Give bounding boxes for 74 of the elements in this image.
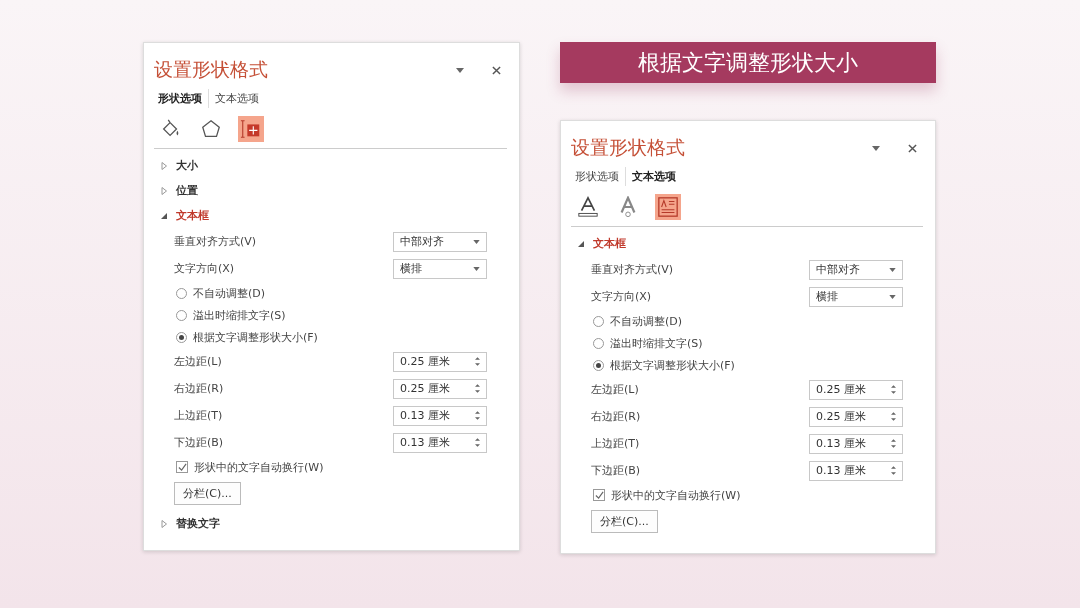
expanded-triangle-icon[interactable] bbox=[160, 211, 168, 220]
field-label: 左边距(L) bbox=[591, 382, 639, 397]
caret-icon bbox=[473, 266, 480, 271]
columns-button[interactable]: 分栏(C)... bbox=[174, 482, 241, 505]
field-label: 上边距(T) bbox=[591, 436, 640, 451]
underlined-a-icon bbox=[577, 196, 599, 218]
caret-icon bbox=[473, 239, 480, 244]
spinner-arrows-icon bbox=[891, 465, 896, 476]
pane-title: 设置形状格式 bbox=[571, 135, 685, 160]
field-label: 右边距(R) bbox=[174, 381, 224, 396]
caret-icon bbox=[889, 294, 896, 299]
checkbox-label: 形状中的文字自动换行(W) bbox=[611, 487, 741, 503]
dropdown[interactable]: 中部对齐 bbox=[393, 231, 487, 252]
spinner-arrows-icon bbox=[891, 384, 896, 395]
spinner-arrows-icon bbox=[475, 383, 480, 394]
spinner-arrows-icon bbox=[475, 437, 480, 448]
spin-field[interactable]: 0.25 厘米 bbox=[809, 406, 903, 427]
dropdown[interactable]: 中部对齐 bbox=[809, 259, 903, 280]
collapsed-triangle-icon[interactable] bbox=[160, 161, 168, 170]
spinner-arrows-icon bbox=[891, 411, 896, 422]
field-label: 垂直对齐方式(V) bbox=[591, 262, 674, 277]
spin-field[interactable]: 0.13 厘米 bbox=[809, 433, 903, 454]
spinner-arrows-icon bbox=[475, 356, 480, 367]
dropdown-caret-icon[interactable] bbox=[872, 145, 880, 151]
pane-tab[interactable]: 形状选项 bbox=[571, 167, 626, 186]
pane-tab[interactable]: 文本选项 bbox=[209, 89, 265, 108]
checkbox-label: 形状中的文字自动换行(W) bbox=[194, 459, 324, 475]
radio-label: 不自动调整(D) bbox=[610, 313, 683, 329]
close-icon[interactable] bbox=[908, 143, 917, 153]
pane-tab[interactable]: 文本选项 bbox=[626, 167, 682, 186]
section-header[interactable]: 文本框 bbox=[593, 236, 626, 251]
spin-field[interactable]: 0.13 厘米 bbox=[393, 405, 487, 426]
field-label: 右边距(R) bbox=[591, 409, 641, 424]
field-label: 上边距(T) bbox=[174, 408, 223, 423]
field-label: 下边距(B) bbox=[591, 463, 641, 478]
radio-label: 根据文字调整形状大小(F) bbox=[193, 329, 318, 345]
spinner-arrows-icon bbox=[891, 438, 896, 449]
caret-icon bbox=[889, 267, 896, 272]
collapsed-triangle-icon[interactable] bbox=[160, 186, 168, 195]
spinner-arrows-icon bbox=[475, 410, 480, 421]
spin-field[interactable]: 0.25 厘米 bbox=[809, 379, 903, 400]
field-label: 垂直对齐方式(V) bbox=[174, 234, 257, 249]
pane-tab[interactable]: 形状选项 bbox=[154, 89, 209, 108]
radio-label: 溢出时缩排文字(S) bbox=[193, 307, 286, 323]
columns-button[interactable]: 分栏(C)... bbox=[591, 510, 658, 533]
section-header[interactable]: 大小 bbox=[176, 158, 198, 173]
category-button[interactable] bbox=[575, 194, 601, 220]
spin-field[interactable]: 0.25 厘米 bbox=[393, 351, 487, 372]
size-layout-icon bbox=[240, 118, 262, 140]
dropdown-caret-icon[interactable] bbox=[456, 67, 464, 73]
section-header[interactable]: 文本框 bbox=[176, 208, 209, 223]
radio-label: 根据文字调整形状大小(F) bbox=[610, 357, 735, 373]
radio-label: 不自动调整(D) bbox=[193, 285, 266, 301]
dropdown[interactable]: 横排 bbox=[809, 286, 903, 307]
pentagon-icon bbox=[200, 118, 222, 140]
field-label: 文字方向(X) bbox=[174, 261, 235, 276]
checkbox[interactable] bbox=[176, 461, 188, 473]
collapsed-triangle-icon[interactable] bbox=[160, 519, 168, 528]
spin-field[interactable]: 0.13 厘米 bbox=[809, 460, 903, 481]
radio-label: 溢出时缩排文字(S) bbox=[610, 335, 703, 351]
field-label: 左边距(L) bbox=[174, 354, 222, 369]
textbox-icon bbox=[657, 196, 679, 218]
title-banner: 根据文字调整形状大小 bbox=[560, 42, 936, 83]
dropdown[interactable]: 横排 bbox=[393, 258, 487, 279]
field-label: 下边距(B) bbox=[174, 435, 224, 450]
checkbox[interactable] bbox=[593, 489, 605, 501]
section-header[interactable]: 替换文字 bbox=[176, 516, 220, 531]
close-icon[interactable] bbox=[492, 65, 501, 75]
spin-field[interactable]: 0.25 厘米 bbox=[393, 378, 487, 399]
field-label: 文字方向(X) bbox=[591, 289, 652, 304]
section-header[interactable]: 位置 bbox=[176, 183, 198, 198]
pane-title: 设置形状格式 bbox=[154, 57, 268, 82]
spin-field[interactable]: 0.13 厘米 bbox=[393, 432, 487, 453]
expanded-triangle-icon[interactable] bbox=[577, 239, 585, 248]
